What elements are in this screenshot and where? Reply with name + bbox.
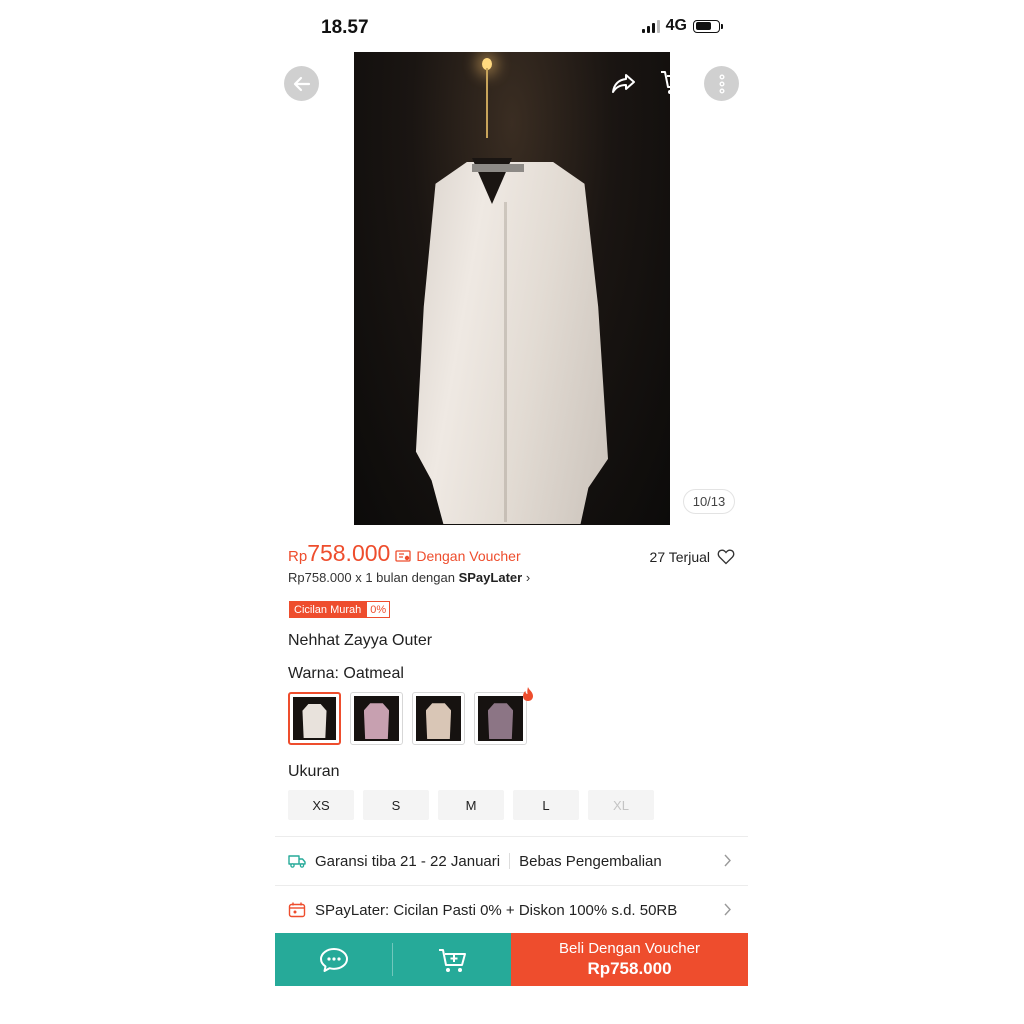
add-to-cart-button[interactable]: [393, 933, 511, 986]
flame-icon: [523, 687, 533, 701]
spaylater-brand: SPayLater: [458, 570, 523, 585]
garment: [415, 162, 608, 524]
status-time: 18.57: [321, 17, 369, 38]
truck-icon: [288, 855, 306, 868]
size-options: XS S M L XL: [288, 790, 654, 820]
arrow-left-icon: [293, 76, 310, 91]
voucher-label[interactable]: Dengan Voucher: [416, 548, 520, 564]
status-indicators: 4G: [641, 17, 723, 35]
cicilan-percent: 0%: [366, 601, 391, 618]
buy-button-label: Beli Dengan Voucher: [559, 940, 700, 957]
color-label: Warna: Oatmeal: [288, 665, 404, 683]
bottom-action-bar: Beli Dengan Voucher Rp758.000: [275, 933, 748, 986]
product-page: 18.57 4G 10/13 Rp 758.000 Dengan Voucher…: [275, 0, 748, 1024]
price-currency: Rp: [288, 548, 308, 565]
cicilan-badge: Cicilan Murah 0%: [289, 601, 391, 618]
network-label: 4G: [665, 17, 687, 34]
shipping-guarantee: Garansi tiba 21 - 22 Januari: [315, 852, 501, 870]
garment-label: [472, 164, 524, 172]
spaylater-chevron: ›: [525, 570, 531, 585]
swatch-image: [354, 696, 399, 741]
robe-shape: [425, 703, 452, 740]
robe-shape: [487, 703, 514, 740]
chevron-right-icon: [724, 903, 731, 916]
cicilan-label: Cicilan Murah: [289, 601, 367, 618]
chat-button[interactable]: [275, 933, 393, 986]
voucher-icon: [395, 550, 411, 562]
size-label: Ukuran: [288, 763, 340, 780]
signal-icon: [641, 19, 660, 33]
cart-button[interactable]: [658, 66, 690, 98]
cart-icon: [661, 71, 688, 94]
color-swatch[interactable]: [350, 692, 403, 745]
price-value: 758.000: [307, 540, 391, 566]
sold-count: 27 Terjual: [649, 549, 710, 565]
free-returns: Bebas Pengembalian: [519, 852, 662, 870]
chat-icon: [320, 947, 348, 972]
size-option-xl: XL: [588, 790, 654, 820]
more-vertical-icon: [719, 74, 724, 93]
size-option-xs[interactable]: XS: [288, 790, 354, 820]
share-icon: [612, 74, 635, 93]
swatch-image: [416, 696, 461, 741]
chevron-right-icon: [724, 854, 731, 867]
size-option-l[interactable]: L: [513, 790, 579, 820]
spaylater-text: Rp758.000 x 1 bulan dengan: [288, 570, 459, 585]
swatch-image: [293, 697, 336, 740]
buy-with-voucher-button[interactable]: Beli Dengan Voucher Rp758.000: [511, 933, 748, 986]
back-button[interactable]: [284, 66, 319, 101]
robe-shape: [363, 703, 390, 740]
buy-button-price: Rp758.000: [587, 959, 672, 978]
product-image[interactable]: [354, 52, 670, 525]
color-label-value: Oatmeal: [338, 665, 404, 682]
swatch-image: [478, 696, 523, 741]
spaylater-promo-row[interactable]: SPayLater: Cicilan Pasti 0% + Diskon 100…: [275, 886, 748, 934]
color-label-key: Warna:: [288, 665, 339, 682]
spaylater-installment[interactable]: Rp758.000 x 1 bulan dengan SPayLater ›: [288, 570, 530, 585]
spaylater-icon: [288, 902, 306, 918]
battery-icon: [693, 19, 723, 33]
garment-fold: [504, 202, 507, 522]
color-swatch[interactable]: [412, 692, 465, 745]
spaylater-promo-text: SPayLater: Cicilan Pasti 0% + Diskon 100…: [315, 901, 678, 919]
share-button[interactable]: [609, 68, 639, 98]
size-option-s[interactable]: S: [363, 790, 429, 820]
heart-icon[interactable]: [717, 548, 735, 565]
color-swatches: [288, 687, 533, 745]
product-title: Nehhat Zayya Outer: [288, 632, 433, 649]
color-swatch[interactable]: [288, 692, 341, 745]
color-swatch[interactable]: [474, 687, 533, 745]
price-row: Rp 758.000 Dengan Voucher: [288, 540, 521, 567]
hanger: [486, 68, 488, 138]
image-counter: 10/13: [683, 489, 735, 514]
robe-shape: [302, 703, 327, 739]
add-to-cart-icon: [439, 948, 466, 972]
size-option-m[interactable]: M: [438, 790, 504, 820]
more-options-button[interactable]: [704, 66, 739, 101]
separator: [509, 853, 511, 869]
shipping-row[interactable]: Garansi tiba 21 - 22 Januari Bebas Penge…: [275, 837, 748, 885]
